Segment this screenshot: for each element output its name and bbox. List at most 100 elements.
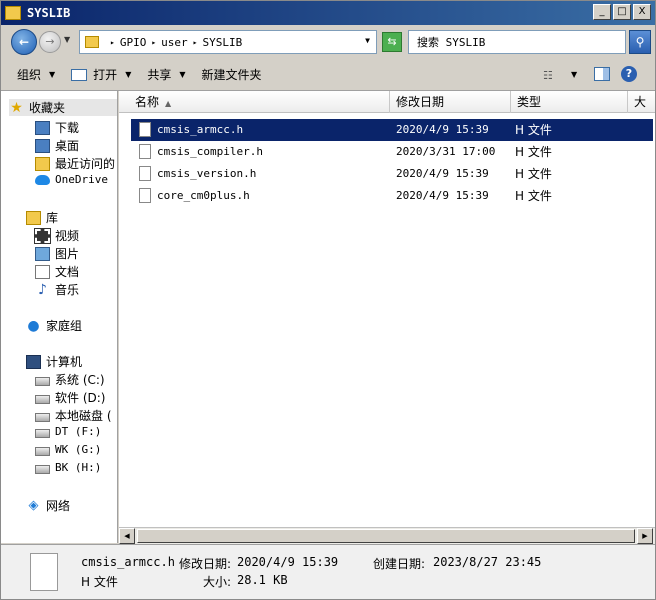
nav-item-drive-h[interactable]: BK (H:) bbox=[35, 461, 101, 474]
nav-item-drive-c[interactable]: 系统 (C:) bbox=[35, 371, 105, 388]
view-options-icon[interactable]: ☷ bbox=[543, 69, 553, 82]
drive-icon bbox=[35, 446, 50, 456]
chevron-right-icon[interactable]: ▸ bbox=[151, 38, 156, 47]
recent-places-icon bbox=[35, 156, 50, 171]
breadcrumb-user[interactable]: user bbox=[161, 36, 188, 49]
nav-favorites[interactable]: ★ 收藏夹 bbox=[9, 99, 117, 116]
detail-created-label: 创建日期: bbox=[373, 557, 426, 571]
nav-item-pictures[interactable]: 图片 bbox=[35, 245, 79, 262]
detail-size-value: 28.1 KB bbox=[237, 573, 288, 587]
nav-item-music[interactable]: ♪ 音乐 bbox=[35, 281, 79, 298]
nav-item-recent[interactable]: 最近访问的 bbox=[35, 155, 115, 172]
close-button[interactable]: X bbox=[633, 4, 651, 20]
detail-file-name: cmsis_armcc.h bbox=[81, 555, 175, 569]
video-icon bbox=[34, 227, 51, 244]
folder-icon bbox=[85, 36, 99, 48]
minimize-button[interactable]: _ bbox=[593, 4, 611, 20]
detail-file-type: H 文件 bbox=[81, 575, 118, 589]
column-type[interactable]: 类型 bbox=[511, 91, 628, 113]
help-icon[interactable]: ? bbox=[621, 66, 637, 82]
open-window-icon bbox=[71, 68, 88, 81]
explorer-window: SYSLIB _ □ X ← → ▼ ▸ GPIO ▸ user ▸ SYSLI… bbox=[0, 0, 656, 600]
preview-pane-icon[interactable] bbox=[594, 67, 610, 81]
history-dropdown-icon[interactable]: ▼ bbox=[64, 35, 70, 44]
file-row[interactable]: cmsis_version.h 2020/4/9 15:39 H 文件 bbox=[131, 163, 653, 185]
back-arrow-icon[interactable]: ← bbox=[11, 29, 37, 55]
chevron-down-icon: ▼ bbox=[179, 70, 186, 79]
homegroup-icon: ● bbox=[27, 317, 40, 334]
nav-item-drive-d[interactable]: 软件 (D:) bbox=[35, 389, 105, 406]
computer-icon bbox=[26, 354, 41, 369]
music-note-icon: ♪ bbox=[38, 281, 47, 298]
chevron-down-icon[interactable]: ▼ bbox=[365, 36, 370, 45]
column-modified[interactable]: 修改日期 bbox=[390, 91, 511, 113]
address-bar[interactable]: ▸ GPIO ▸ user ▸ SYSLIB ▼ bbox=[79, 30, 377, 54]
organize-button[interactable]: 组织 ▼ bbox=[17, 66, 55, 83]
sort-ascending-icon: ▲ bbox=[165, 99, 172, 108]
network-icon: ◈ bbox=[28, 497, 39, 513]
file-icon bbox=[139, 166, 151, 181]
nav-libraries[interactable]: 库 bbox=[26, 209, 58, 226]
new-folder-button[interactable]: 新建文件夹 bbox=[202, 66, 262, 83]
breadcrumb-gpio[interactable]: GPIO bbox=[120, 36, 147, 49]
chevron-down-icon[interactable]: ▼ bbox=[571, 70, 577, 79]
drive-icon bbox=[35, 412, 50, 422]
file-icon bbox=[139, 144, 151, 159]
nav-item-drive-e[interactable]: 本地磁盘 ( bbox=[35, 407, 112, 424]
new-folder-label: 新建文件夹 bbox=[201, 68, 262, 82]
nav-network[interactable]: ◈ 网络 bbox=[26, 497, 71, 514]
scrollbar-thumb[interactable] bbox=[137, 529, 635, 543]
detail-modified-label: 修改日期: bbox=[179, 557, 232, 571]
document-icon bbox=[35, 264, 50, 279]
system-drive-icon bbox=[35, 376, 50, 386]
nav-item-videos[interactable]: 视频 bbox=[34, 227, 79, 244]
nav-item-desktop[interactable]: 桌面 bbox=[35, 137, 79, 154]
maximize-button[interactable]: □ bbox=[613, 4, 631, 20]
nav-item-downloads[interactable]: 下载 bbox=[35, 119, 79, 136]
drive-icon bbox=[35, 428, 50, 438]
details-pane: cmsis_armcc.h 修改日期: 2020/4/9 15:39 创建日期:… bbox=[1, 544, 655, 599]
scroll-right-icon[interactable]: ▶ bbox=[637, 528, 653, 544]
chevron-down-icon: ▼ bbox=[125, 70, 132, 79]
column-size[interactable]: 大小 bbox=[628, 91, 655, 113]
file-icon bbox=[30, 553, 58, 591]
chevron-right-icon[interactable]: ▸ bbox=[193, 38, 198, 47]
file-icon bbox=[139, 188, 151, 203]
search-icon[interactable]: ⚲ bbox=[629, 30, 651, 54]
file-list: 名称▲ 修改日期 类型 大小 cmsis_armcc.h 2020/4/9 15… bbox=[119, 91, 655, 543]
drive-icon bbox=[35, 394, 50, 404]
column-name[interactable]: 名称 ▲ bbox=[129, 91, 390, 113]
nav-homegroup[interactable]: ● 家庭组 bbox=[26, 317, 82, 334]
forward-arrow-icon[interactable]: → bbox=[39, 31, 61, 53]
nav-item-onedrive[interactable]: OneDrive bbox=[35, 173, 108, 186]
search-input[interactable]: 搜索 SYSLIB bbox=[408, 30, 626, 54]
folder-icon bbox=[5, 6, 21, 20]
cloud-icon bbox=[35, 174, 50, 185]
detail-size-label: 大小: bbox=[203, 575, 232, 589]
command-bar: 组织 ▼ 打开 ▼ 共享 ▼ 新建文件夹 ☷ ▼ ? bbox=[1, 59, 655, 91]
file-row[interactable]: cmsis_compiler.h 2020/3/31 17:00 H 文件 bbox=[131, 141, 653, 163]
title-bar[interactable]: SYSLIB _ □ X bbox=[1, 1, 655, 25]
organize-label: 组织 bbox=[17, 68, 42, 82]
share-button[interactable]: 共享 ▼ bbox=[147, 66, 185, 83]
share-label: 共享 bbox=[147, 68, 172, 82]
column-header: 名称▲ 修改日期 类型 大小 bbox=[119, 91, 655, 113]
breadcrumb-syslib[interactable]: SYSLIB bbox=[202, 36, 242, 49]
download-folder-icon bbox=[35, 120, 50, 135]
window-title: SYSLIB bbox=[27, 6, 71, 20]
file-row[interactable]: core_cm0plus.h 2020/4/9 15:39 H 文件 bbox=[131, 185, 653, 207]
nav-computer[interactable]: 计算机 bbox=[26, 353, 82, 370]
refresh-icon[interactable]: ⇆ bbox=[382, 32, 402, 52]
open-button[interactable]: 打开 ▼ bbox=[71, 66, 131, 83]
scroll-left-icon[interactable]: ◀ bbox=[119, 528, 135, 544]
nav-item-drive-g[interactable]: WK (G:) bbox=[35, 443, 101, 456]
nav-item-documents[interactable]: 文档 bbox=[35, 263, 79, 280]
nav-item-drive-f[interactable]: DT (F:) bbox=[35, 425, 101, 438]
picture-icon bbox=[35, 246, 50, 261]
address-row: ← → ▼ ▸ GPIO ▸ user ▸ SYSLIB ▼ ⇆ 搜索 SYSL… bbox=[1, 25, 655, 59]
chevron-right-icon[interactable]: ▸ bbox=[110, 38, 115, 47]
window-controls: _ □ X bbox=[593, 4, 651, 20]
file-row[interactable]: cmsis_armcc.h 2020/4/9 15:39 H 文件 bbox=[131, 119, 653, 141]
chevron-down-icon: ▼ bbox=[49, 70, 56, 79]
horizontal-scrollbar[interactable]: ◀ ▶ bbox=[119, 527, 655, 544]
